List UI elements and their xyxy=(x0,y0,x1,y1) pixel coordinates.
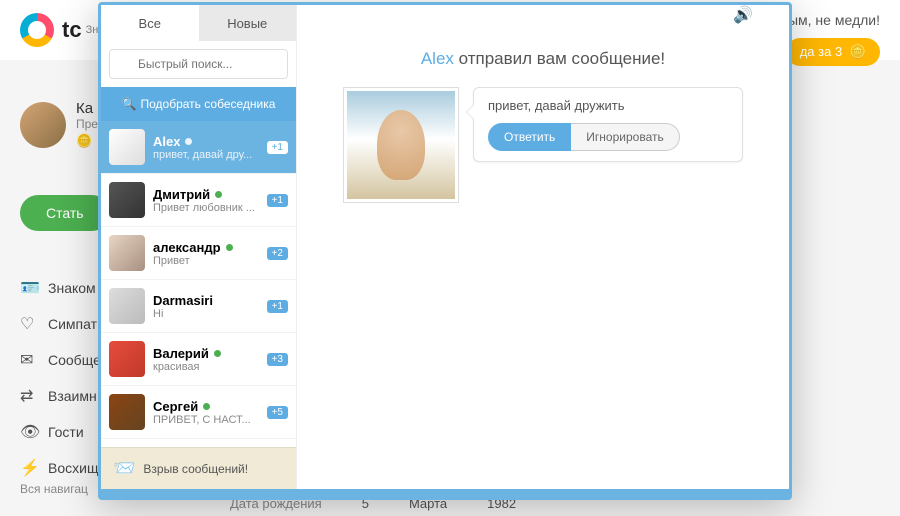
contact-name: Alex xyxy=(153,134,180,149)
messages-modal: 🔊 ✕ Все Новые 🔍 🔍 Подобрать собеседника A… xyxy=(98,2,792,500)
search-input[interactable] xyxy=(109,49,288,79)
contact-name: Сергей xyxy=(153,399,198,414)
contact-item[interactable]: ДмитрийПривет любовник ... +1 xyxy=(101,174,296,227)
contact-name: александр xyxy=(153,240,221,255)
nav-label: Знаком xyxy=(48,280,96,296)
envelope-burst-icon: 📨 xyxy=(113,458,135,479)
message-text: привет, давай дружить xyxy=(488,98,728,113)
contact-name: Darmasiri xyxy=(153,293,213,308)
conversation-title: Alex отправил вам сообщение! xyxy=(421,49,665,69)
nav-likes[interactable]: ♡ Симпат xyxy=(20,306,101,342)
nav-dating[interactable]: 🪪 Знаком xyxy=(20,270,101,306)
contact-preview: Привет любовник ... xyxy=(153,202,263,214)
contact-item[interactable]: Валерийкрасивая +3 xyxy=(101,333,296,386)
user-name: Ка xyxy=(76,100,98,117)
coins-icon: 🪙 xyxy=(850,44,866,60)
sender-name: Alex xyxy=(421,49,454,68)
online-dot-icon xyxy=(215,191,222,198)
find-match-label: Подобрать собеседника xyxy=(141,97,276,111)
unread-badge: +1 xyxy=(267,300,288,313)
bolt-icon: ⚡ xyxy=(20,458,38,478)
contact-avatar xyxy=(109,129,145,165)
burst-banner[interactable]: 📨 Взрыв сообщений! xyxy=(101,447,296,489)
promo-banner-text: ым, не медли! xyxy=(788,12,880,28)
ignore-button[interactable]: Игнорировать xyxy=(571,123,679,151)
promo-cta-label: да за 3 xyxy=(800,44,842,59)
mail-icon: ✉ xyxy=(20,350,38,370)
contact-preview: Hi xyxy=(153,308,263,320)
nav-label: Восхищ xyxy=(48,460,98,476)
contact-item[interactable]: DarmasiriHi +1 xyxy=(101,280,296,333)
sender-photo[interactable] xyxy=(343,87,459,203)
online-dot-icon xyxy=(203,403,210,410)
modal-bottom-bar xyxy=(101,489,789,497)
contact-preview: ПРИВЕТ, С НАСТ... xyxy=(153,414,263,426)
contact-avatar xyxy=(109,341,145,377)
nav-label: Симпат xyxy=(48,316,97,332)
tab-all[interactable]: Все xyxy=(101,5,199,41)
contact-item[interactable]: СергейПРИВЕТ, С НАСТ... +5 xyxy=(101,386,296,439)
contact-name: Дмитрий xyxy=(153,187,210,202)
main-nav: 🪪 Знаком ♡ Симпат ✉ Сообще ⇄ Взаимн 👁 Гости ⚡… xyxy=(20,270,101,486)
site-logo-text: tc xyxy=(62,17,82,43)
conversation-pane: Alex отправил вам сообщение! привет, дав… xyxy=(297,5,789,489)
contacts-list: Alexпривет, давай дру...+1ДмитрийПривет … xyxy=(101,121,296,447)
shuffle-icon: ⇄ xyxy=(20,386,38,406)
burst-banner-label: Взрыв сообщений! xyxy=(143,462,248,476)
close-icon[interactable]: ✕ xyxy=(763,3,783,25)
unread-badge: +2 xyxy=(267,247,288,260)
nav-label: Взаимн xyxy=(48,388,97,404)
id-card-icon: 🪪 xyxy=(20,278,38,298)
online-dot-icon xyxy=(185,138,192,145)
reply-button[interactable]: Ответить xyxy=(488,123,571,151)
message-bubble: привет, давай дружить Ответить Игнориров… xyxy=(473,87,743,162)
sound-icon[interactable]: 🔊 xyxy=(733,3,753,25)
footer-nav-link[interactable]: Вся навигац xyxy=(20,482,88,496)
contact-name: Валерий xyxy=(153,346,209,361)
online-dot-icon xyxy=(226,244,233,251)
contact-preview: красивая xyxy=(153,361,263,373)
online-dot-icon xyxy=(214,350,221,357)
contact-avatar xyxy=(109,182,145,218)
user-subtitle: Пре xyxy=(76,117,98,131)
eye-icon: 👁 xyxy=(20,422,38,442)
promo-cta-button[interactable]: да за 3 🪙 xyxy=(786,38,880,66)
conversations-sidebar: Все Новые 🔍 🔍 Подобрать собеседника Alexп… xyxy=(101,5,297,489)
unread-badge: +3 xyxy=(267,353,288,366)
heart-icon: ♡ xyxy=(20,314,38,334)
nav-messages[interactable]: ✉ Сообще xyxy=(20,342,101,378)
contact-preview: привет, давай дру... xyxy=(153,149,263,161)
contact-item[interactable]: александрПривет +2 xyxy=(101,227,296,280)
unread-badge: +1 xyxy=(267,194,288,207)
contact-preview: Привет xyxy=(153,255,263,267)
nav-label: Сообще xyxy=(48,352,101,368)
user-avatar[interactable] xyxy=(20,102,66,148)
contact-item[interactable]: Alexпривет, давай дру... +1 xyxy=(101,121,296,174)
contact-avatar xyxy=(109,394,145,430)
unread-badge: +1 xyxy=(267,141,288,154)
nav-label: Гости xyxy=(48,424,84,440)
tab-new[interactable]: Новые xyxy=(199,5,297,41)
coins-mini-icon: 🪙 xyxy=(76,133,98,149)
contact-avatar xyxy=(109,288,145,324)
site-logo-icon xyxy=(20,13,54,47)
nav-mutual[interactable]: ⇄ Взаимн xyxy=(20,378,101,414)
unread-badge: +5 xyxy=(267,406,288,419)
title-rest: отправил вам сообщение! xyxy=(454,49,665,68)
nav-guests[interactable]: 👁 Гости xyxy=(20,414,101,450)
nav-admire[interactable]: ⚡ Восхищ xyxy=(20,450,101,486)
contact-avatar xyxy=(109,235,145,271)
find-match-button[interactable]: 🔍 Подобрать собеседника xyxy=(101,87,296,121)
search-icon: 🔍 xyxy=(122,97,137,111)
become-button[interactable]: Стать xyxy=(20,195,110,231)
